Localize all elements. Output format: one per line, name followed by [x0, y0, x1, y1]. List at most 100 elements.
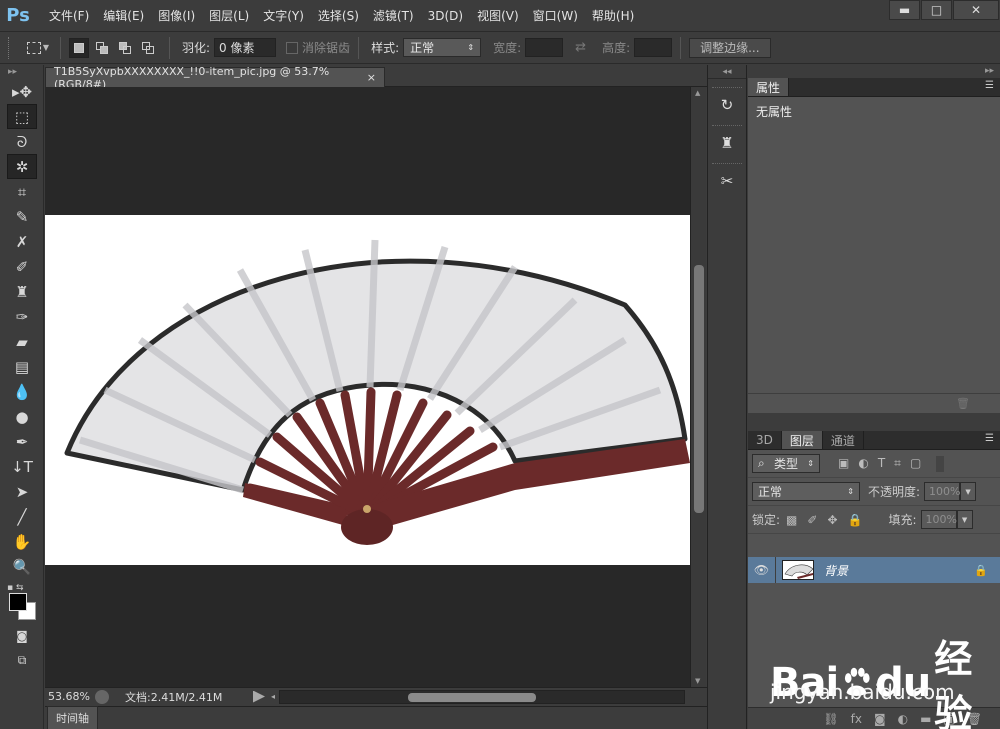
- opacity-dropdown-icon[interactable]: ▼: [960, 482, 977, 501]
- gradient-tool-icon[interactable]: ▤: [7, 354, 37, 379]
- history-brush-tool-icon[interactable]: ✑: [7, 304, 37, 329]
- document-image[interactable]: [45, 215, 690, 565]
- collapse-dock-icon[interactable]: ◂◂: [708, 65, 746, 79]
- blur-tool-icon[interactable]: 💧: [7, 379, 37, 404]
- layer-style-icon[interactable]: fx: [851, 712, 862, 726]
- tab-properties[interactable]: 属性: [748, 78, 790, 96]
- panel-menu-icon[interactable]: ☰: [985, 433, 994, 444]
- close-window-button[interactable]: ✕: [953, 0, 999, 20]
- dodge-tool-icon[interactable]: ●: [7, 404, 37, 429]
- menu-type[interactable]: 文字(Y): [256, 0, 311, 32]
- type-tool-icon[interactable]: ↓T: [7, 454, 37, 479]
- eraser-tool-icon[interactable]: ▰: [7, 329, 37, 354]
- scroll-left-icon[interactable]: ◂: [271, 692, 275, 701]
- blend-mode-select[interactable]: 正常 ⇕: [752, 482, 860, 501]
- new-layer-icon[interactable]: ▣: [943, 712, 954, 726]
- status-menu-arrow-icon[interactable]: [253, 690, 265, 703]
- delete-layer-icon[interactable]: 🗑: [967, 712, 982, 726]
- foreground-color-swatch[interactable]: [9, 593, 27, 611]
- screen-mode-icon[interactable]: ⧉: [7, 648, 37, 673]
- lock-position-icon[interactable]: ✥: [827, 513, 837, 527]
- menu-layer[interactable]: 图层(L): [202, 0, 256, 32]
- type-filter-icon[interactable]: T: [878, 456, 885, 471]
- move-tool-icon[interactable]: ▸✥: [7, 79, 37, 104]
- lock-image-icon[interactable]: ✐: [807, 513, 817, 527]
- swap-dimensions-icon[interactable]: ⇄: [575, 40, 586, 55]
- document-tab[interactable]: T1B5SyXvpbXXXXXXXX_!!0-item_pic.jpg @ 53…: [45, 65, 385, 91]
- horizontal-scrollbar[interactable]: [279, 689, 685, 704]
- marquee-tool-icon[interactable]: ⬚: [7, 104, 37, 129]
- menu-select[interactable]: 选择(S): [311, 0, 366, 32]
- menu-file[interactable]: 文件(F): [42, 0, 96, 32]
- scroll-down-icon[interactable]: ▼: [695, 677, 700, 685]
- fill-input[interactable]: 100%: [920, 510, 957, 529]
- menu-help[interactable]: 帮助(H): [585, 0, 641, 32]
- new-selection-button[interactable]: [69, 37, 89, 58]
- magic-wand-tool-icon[interactable]: ✲: [7, 154, 37, 179]
- width-input[interactable]: [525, 38, 564, 57]
- layer-filter-select[interactable]: ⌕ 类型 ⇕: [752, 454, 820, 473]
- eyedropper-tool-icon[interactable]: ✎: [7, 204, 37, 229]
- feather-input[interactable]: 0 像素: [214, 38, 277, 57]
- scroll-up-icon[interactable]: ▲: [695, 89, 700, 97]
- new-group-icon[interactable]: ▬: [920, 712, 931, 726]
- tool-preset-picker[interactable]: ▼: [24, 37, 52, 59]
- healing-brush-tool-icon[interactable]: ✗: [7, 229, 37, 254]
- quick-mask-icon[interactable]: ◙: [7, 623, 37, 648]
- opacity-input[interactable]: 100%: [924, 482, 961, 501]
- height-input[interactable]: [634, 38, 673, 57]
- layer-row-background[interactable]: 👁 背景 🔒: [748, 557, 1000, 583]
- vertical-scroll-thumb[interactable]: [694, 265, 704, 513]
- hand-tool-icon[interactable]: ✋: [7, 529, 37, 554]
- minimize-button[interactable]: ▬: [889, 0, 920, 20]
- pixel-filter-icon[interactable]: ▣: [838, 456, 849, 471]
- panel-menu-icon[interactable]: ☰: [985, 80, 994, 91]
- antialias-checkbox[interactable]: [286, 41, 299, 54]
- clone-stamp-tool-icon[interactable]: ♜: [7, 279, 37, 304]
- refine-edge-button[interactable]: 调整边缘...: [689, 37, 771, 58]
- crop-tool-icon[interactable]: ⌗: [7, 179, 37, 204]
- fill-dropdown-icon[interactable]: ▼: [956, 510, 973, 529]
- adjustment-filter-icon[interactable]: ◐: [858, 456, 868, 471]
- add-to-selection-button[interactable]: [92, 38, 112, 58]
- link-layers-icon[interactable]: ⛓: [823, 712, 838, 726]
- add-mask-icon[interactable]: ◙: [874, 712, 886, 726]
- default-colors-icon[interactable]: ▪ ⇆: [7, 583, 24, 593]
- adjustment-layer-icon[interactable]: ◐: [898, 712, 908, 726]
- path-selection-tool-icon[interactable]: ➤: [7, 479, 37, 504]
- close-document-icon[interactable]: ×: [367, 71, 376, 84]
- history-panel-icon[interactable]: ↻: [712, 87, 742, 117]
- clone-source-panel-icon[interactable]: ♜: [712, 125, 742, 155]
- menu-view[interactable]: 视图(V): [470, 0, 526, 32]
- lock-all-icon[interactable]: 🔒: [848, 513, 863, 527]
- menu-image[interactable]: 图像(I): [151, 0, 202, 32]
- tool-presets-panel-icon[interactable]: ✂: [712, 163, 742, 193]
- trash-icon[interactable]: 🗑: [956, 397, 970, 410]
- tab-3d[interactable]: 3D: [748, 431, 782, 449]
- collapse-toolbar-icon[interactable]: ▸▸: [0, 65, 43, 79]
- menu-3d[interactable]: 3D(D): [421, 0, 470, 32]
- collapse-panels-icon[interactable]: ▸▸: [748, 65, 1000, 78]
- status-info-icon[interactable]: [95, 689, 109, 704]
- style-select[interactable]: 正常 ⇕: [403, 38, 482, 57]
- line-tool-icon[interactable]: ╱: [7, 504, 37, 529]
- timeline-tab[interactable]: 时间轴: [47, 706, 98, 729]
- smart-object-filter-icon[interactable]: ▢: [910, 456, 921, 471]
- shape-filter-icon[interactable]: ⌗: [894, 456, 901, 471]
- maximize-button[interactable]: □: [921, 0, 952, 20]
- subtract-selection-button[interactable]: [115, 38, 135, 58]
- options-grip[interactable]: [8, 36, 14, 59]
- pen-tool-icon[interactable]: ✒: [7, 429, 37, 454]
- menu-edit[interactable]: 编辑(E): [96, 0, 151, 32]
- zoom-level[interactable]: 53.68%: [45, 690, 91, 703]
- menu-window[interactable]: 窗口(W): [526, 0, 585, 32]
- lock-transparent-icon[interactable]: ▩: [786, 513, 797, 527]
- intersect-selection-button[interactable]: [138, 38, 158, 58]
- canvas-area[interactable]: [45, 87, 690, 687]
- brush-tool-icon[interactable]: ✐: [7, 254, 37, 279]
- menu-filter[interactable]: 滤镜(T): [366, 0, 421, 32]
- vertical-scrollbar[interactable]: ▲ ▼: [690, 87, 706, 687]
- tab-layers[interactable]: 图层: [781, 431, 823, 449]
- eye-icon[interactable]: 👁: [748, 557, 776, 583]
- layer-name[interactable]: 背景: [824, 562, 974, 579]
